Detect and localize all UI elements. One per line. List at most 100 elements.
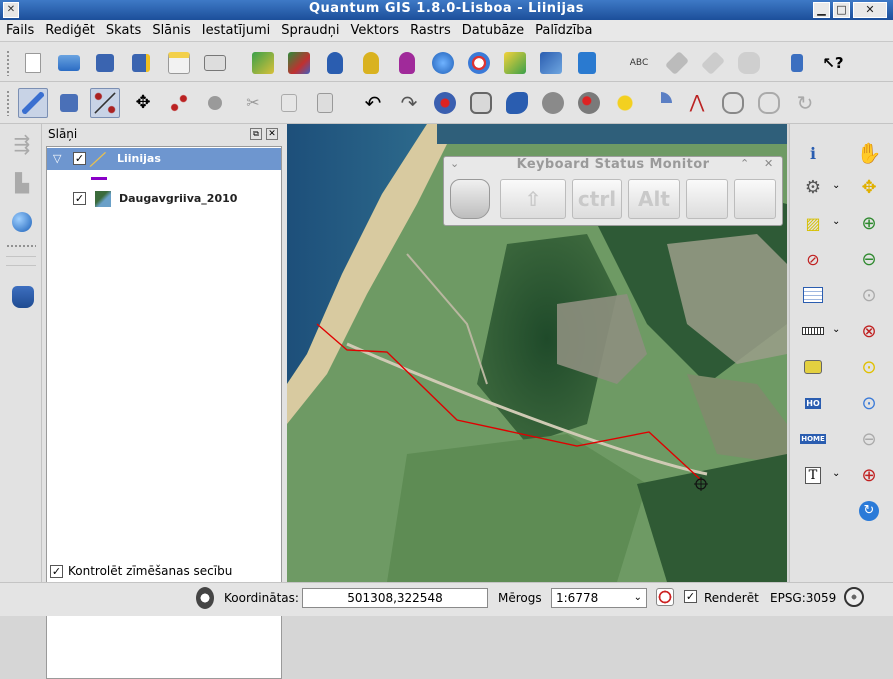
menu-edit[interactable]: Rediģēt bbox=[39, 20, 100, 38]
layer-item-liinijas[interactable]: ▽ ✓ ╱ Liinijas bbox=[47, 148, 281, 170]
chevron-down-icon[interactable]: ⌄ bbox=[832, 180, 840, 191]
zoom-in-icon[interactable]: ⊕ bbox=[854, 208, 884, 238]
chevron-down-icon[interactable]: ⌄ bbox=[832, 468, 840, 479]
close-icon[interactable]: ✕ bbox=[853, 2, 887, 18]
save-as-icon[interactable] bbox=[126, 48, 156, 78]
measure-line-icon[interactable] bbox=[798, 316, 828, 346]
text-annotation-icon[interactable]: T bbox=[798, 460, 828, 490]
add-mssql-icon[interactable] bbox=[392, 48, 422, 78]
database-icon[interactable] bbox=[12, 286, 34, 308]
rotate-point-icon[interactable] bbox=[754, 88, 784, 118]
coords-field[interactable]: 501308,322548 bbox=[302, 588, 488, 608]
deselect-icon[interactable]: ⊘ bbox=[798, 244, 828, 274]
cut-icon[interactable]: ✂ bbox=[238, 88, 268, 118]
save-project-icon[interactable] bbox=[90, 48, 120, 78]
add-wcs-icon[interactable] bbox=[500, 48, 530, 78]
menu-file[interactable]: Fails bbox=[0, 20, 39, 38]
print-icon[interactable] bbox=[200, 48, 230, 78]
scale-combo[interactable]: 1:6778 ⌄ bbox=[551, 588, 647, 608]
add-spatialite-icon[interactable] bbox=[356, 48, 386, 78]
add-postgis-icon[interactable] bbox=[320, 48, 350, 78]
menu-view[interactable]: Skats bbox=[100, 20, 146, 38]
plugin-icon[interactable] bbox=[734, 48, 764, 78]
delete-selected-icon[interactable] bbox=[200, 88, 230, 118]
coordinate-toggle-icon[interactable] bbox=[196, 587, 214, 609]
save-edits-icon[interactable] bbox=[54, 88, 84, 118]
zoom-to-selection-icon[interactable]: ⊙ bbox=[854, 352, 884, 382]
close-panel-icon[interactable]: ✕ bbox=[266, 128, 278, 140]
new-bookmark-icon[interactable]: HO bbox=[798, 388, 828, 418]
zoom-next-icon[interactable]: ⊕ bbox=[854, 460, 884, 490]
add-part-icon[interactable] bbox=[502, 88, 532, 118]
layer-visibility-checkbox[interactable]: ✓ bbox=[73, 192, 86, 205]
menu-layer[interactable]: Slānis bbox=[146, 20, 195, 38]
add-wms-icon[interactable] bbox=[428, 48, 458, 78]
maximize-icon[interactable]: □ bbox=[833, 2, 850, 18]
redo-icon[interactable]: ↷ bbox=[394, 88, 424, 118]
toolbar-grip[interactable] bbox=[6, 90, 10, 116]
toolbar-grip[interactable] bbox=[6, 244, 36, 248]
zoom-actual-icon[interactable]: ⊙ bbox=[854, 280, 884, 310]
split-icon[interactable] bbox=[610, 88, 640, 118]
delete-part-icon[interactable] bbox=[574, 88, 604, 118]
close-icon[interactable]: ✕ bbox=[764, 157, 773, 170]
label-icon[interactable]: ABC bbox=[624, 48, 654, 78]
node-tool-icon[interactable] bbox=[90, 88, 120, 118]
chevron-down-icon[interactable]: ⌄ bbox=[832, 216, 840, 227]
layer-item-daugavgriiva[interactable]: ✓ Daugavgriiva_2010 bbox=[47, 188, 281, 210]
book-icon[interactable] bbox=[782, 48, 812, 78]
reshape-icon[interactable] bbox=[430, 88, 460, 118]
globe-icon[interactable] bbox=[12, 212, 32, 232]
new-layer-icon[interactable] bbox=[536, 48, 566, 78]
pan-icon[interactable]: ✋ bbox=[854, 138, 884, 168]
align-icon[interactable]: ⇶ bbox=[8, 130, 36, 158]
open-project-icon[interactable] bbox=[54, 48, 84, 78]
layer-visibility-checkbox[interactable]: ✓ bbox=[73, 152, 86, 165]
pan-to-selection-icon[interactable]: ✥ bbox=[854, 172, 884, 202]
collapse-icon[interactable]: ▽ bbox=[53, 152, 61, 165]
select-feature-icon[interactable]: ▨ bbox=[798, 208, 828, 238]
action-gear-icon[interactable]: ⚙ bbox=[798, 172, 828, 202]
offset-curve-icon[interactable] bbox=[646, 88, 676, 118]
minimize-icon[interactable]: ▁ bbox=[813, 2, 830, 18]
zoom-out-icon[interactable]: ⊖ bbox=[854, 244, 884, 274]
undo-icon[interactable]: ↶ bbox=[358, 88, 388, 118]
new-project-icon[interactable] bbox=[18, 48, 48, 78]
copy-icon[interactable] bbox=[274, 88, 304, 118]
zoom-to-layer-icon[interactable]: ⊙ bbox=[854, 388, 884, 418]
delete-ring-icon[interactable] bbox=[538, 88, 568, 118]
chevron-down-icon[interactable]: ⌄ bbox=[634, 589, 642, 607]
histogram-icon[interactable]: ▙ bbox=[8, 170, 36, 198]
projection-icon[interactable] bbox=[844, 587, 864, 607]
new-shapefile-icon[interactable] bbox=[572, 48, 602, 78]
add-wfs-icon[interactable] bbox=[464, 48, 494, 78]
zoom-full-icon[interactable]: ⊗ bbox=[854, 316, 884, 346]
attribute-table-icon[interactable] bbox=[798, 280, 828, 310]
menu-database[interactable]: Datubāze bbox=[456, 20, 529, 38]
merge-icon[interactable]: ⋀ bbox=[682, 88, 712, 118]
menu-raster[interactable]: Rastrs bbox=[404, 20, 456, 38]
menu-vector[interactable]: Vektors bbox=[344, 20, 404, 38]
menu-help[interactable]: Palīdzība bbox=[529, 20, 597, 38]
fill-ring-icon[interactable] bbox=[718, 88, 748, 118]
print-composer-icon[interactable] bbox=[164, 48, 194, 78]
paste-icon[interactable] bbox=[310, 88, 340, 118]
simplify-icon[interactable] bbox=[466, 88, 496, 118]
zoom-last-icon[interactable]: ⊖ bbox=[854, 424, 884, 454]
move-feature-icon[interactable]: ✥ bbox=[128, 88, 158, 118]
add-raster-icon[interactable] bbox=[284, 48, 314, 78]
toggle-editing-icon[interactable] bbox=[18, 88, 48, 118]
render-checkbox[interactable]: ✓ bbox=[684, 590, 697, 603]
show-bookmarks-icon[interactable]: HOME bbox=[798, 424, 828, 454]
identify-icon[interactable]: ℹ bbox=[798, 138, 828, 168]
toolbar-grip[interactable] bbox=[6, 50, 10, 76]
render-order-checkbox[interactable]: ✓ bbox=[50, 565, 63, 578]
menu-plugins[interactable]: Spraudņi bbox=[275, 20, 344, 38]
pin-move-icon[interactable] bbox=[698, 48, 728, 78]
float-panel-icon[interactable]: ⧉ bbox=[250, 128, 262, 140]
measure-icon[interactable]: ↻ bbox=[790, 88, 820, 118]
menu-settings[interactable]: Iestatījumi bbox=[196, 20, 276, 38]
whats-this-icon[interactable]: ↖? bbox=[818, 48, 848, 78]
add-vector-icon[interactable] bbox=[248, 48, 278, 78]
stop-render-icon[interactable] bbox=[656, 588, 674, 606]
